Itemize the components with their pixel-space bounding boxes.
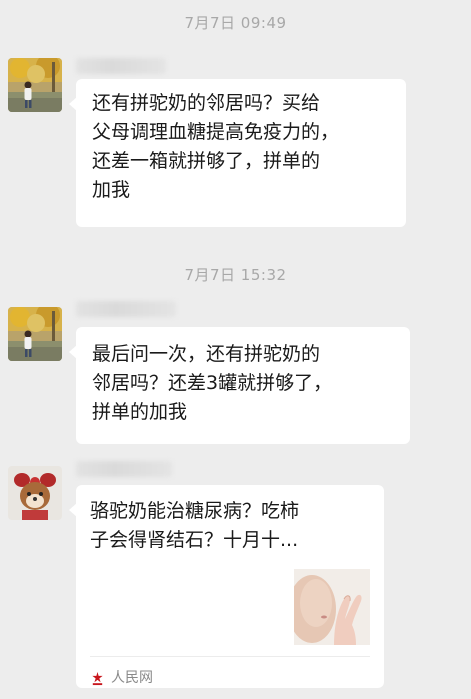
link-card-title-line: 子会得肾结石？十月十... (90, 529, 299, 551)
link-card-title-line: 骆驼奶能治糖尿病？吃柿 (90, 500, 300, 522)
link-card[interactable]: 骆驼奶能治糖尿病？吃柿 子会得肾结石？十月十... 人民网 (69, 485, 384, 688)
sender-name-blurred (76, 301, 176, 317)
timestamp: 7月7日 09:49 (184, 14, 287, 32)
avatar-autumn-park-image (8, 58, 62, 112)
timestamp: 7月7日 15:32 (184, 266, 287, 284)
link-card-title: 骆驼奶能治糖尿病？吃柿 子会得肾结石？十月十... (90, 497, 370, 555)
sender-avatar[interactable] (8, 58, 62, 112)
sender-name-blurred (76, 58, 166, 74)
message-text-line: 还差一箱就拼够了，拼单的 (92, 150, 321, 172)
chat-window: 7月7日 09:49 还有拼驼奶的邻居吗？买给 父母调理血糖提高免疫力的， 还差… (0, 0, 471, 699)
sender-avatar[interactable] (8, 466, 62, 520)
link-card-thumbnail (294, 569, 370, 645)
message-text-line: 加我 (92, 179, 131, 201)
link-card-divider (90, 656, 370, 657)
sender-avatar[interactable] (8, 307, 62, 361)
link-card-source-name: 人民网 (111, 670, 153, 686)
link-card-source: 人民网 (90, 664, 153, 693)
avatar-plush-dog-image (8, 466, 62, 520)
sender-name-blurred (76, 461, 172, 477)
message-text-line: 还有拼驼奶的邻居吗？买给 (92, 92, 321, 114)
message-text-line: 父母调理血糖提高免疫力的， (92, 121, 340, 143)
avatar-autumn-park-image (8, 307, 62, 361)
message-text-line: 最后问一次，还有拼驼奶的 (92, 343, 321, 365)
message-bubble[interactable]: 最后问一次，还有拼驼奶的 邻居吗？还差3罐就拼够了， 拼单的加我 (69, 327, 410, 444)
message-text-line: 邻居吗？还差3罐就拼够了， (92, 372, 333, 394)
message-text-line: 拼单的加我 (92, 401, 188, 423)
people-daily-logo-icon (92, 671, 103, 686)
hand-near-face-thumbnail-image (294, 569, 370, 645)
message-bubble[interactable]: 还有拼驼奶的邻居吗？买给 父母调理血糖提高免疫力的， 还差一箱就拼够了，拼单的 … (69, 79, 406, 227)
